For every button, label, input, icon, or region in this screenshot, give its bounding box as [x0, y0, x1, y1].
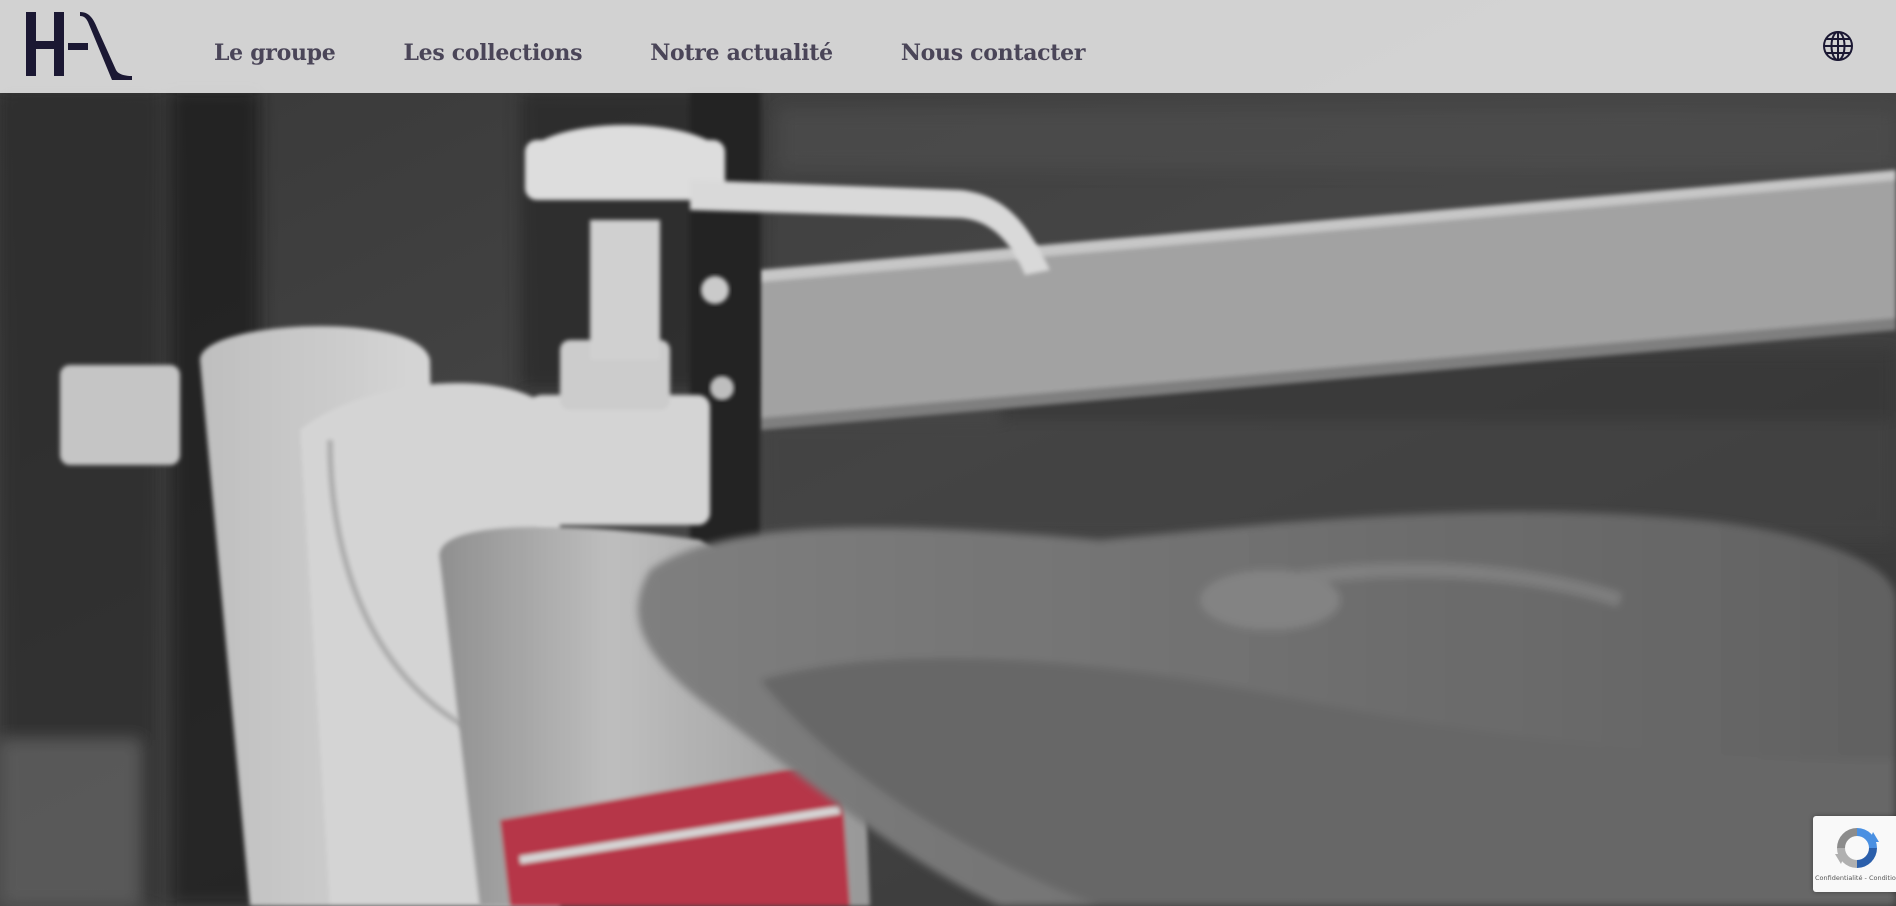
nav-item-nous-contacter[interactable]: Nous contacter: [901, 40, 1086, 66]
hero-image: [0, 0, 1896, 906]
recaptcha-badge[interactable]: Confidentialité - Conditions: [1813, 816, 1896, 892]
recaptcha-terms-link[interactable]: Conditions: [1869, 874, 1896, 882]
main-nav: Le groupe Les collections Notre actualit…: [214, 40, 1153, 66]
logo[interactable]: [24, 10, 134, 80]
recaptcha-privacy-link[interactable]: Confidentialité: [1815, 874, 1862, 882]
site-header: Le groupe Les collections Notre actualit…: [0, 0, 1896, 93]
nav-item-les-collections[interactable]: Les collections: [403, 40, 582, 66]
recaptcha-links: Confidentialité - Conditions: [1815, 874, 1896, 882]
nav-item-notre-actualite[interactable]: Notre actualité: [650, 40, 833, 66]
recaptcha-icon: [1833, 824, 1881, 872]
nav-item-le-groupe[interactable]: Le groupe: [214, 40, 336, 66]
globe-icon[interactable]: [1822, 30, 1854, 62]
logo-mark: [26, 12, 132, 80]
page: Le groupe Les collections Notre actualit…: [0, 0, 1896, 906]
